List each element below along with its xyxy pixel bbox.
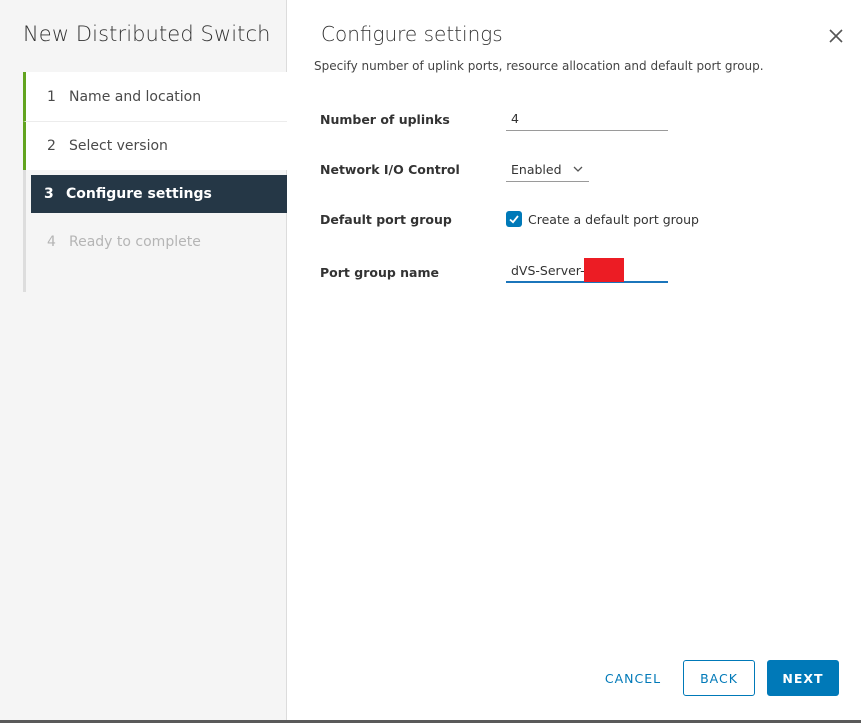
- uplinks-label: Number of uplinks: [320, 112, 450, 127]
- wizard-steps: 1 Name and location 2 Select version 3 C…: [23, 72, 287, 292]
- step-number: 1: [47, 88, 56, 105]
- default-pg-checkbox-label: Create a default port group: [528, 211, 699, 227]
- step-label: Configure settings: [66, 186, 212, 202]
- checkmark-icon: [509, 215, 519, 224]
- step-select-version[interactable]: 2 Select version: [23, 121, 287, 170]
- default-pg-checkbox[interactable]: [506, 211, 522, 227]
- page-title: Configure settings: [321, 22, 503, 46]
- wizard-title: New Distributed Switch: [23, 22, 271, 46]
- uplinks-input[interactable]: [506, 107, 668, 131]
- back-button[interactable]: BACK: [683, 660, 755, 696]
- wizard-dialog: New Distributed Switch 1 Name and locati…: [0, 0, 861, 723]
- step-configure-settings[interactable]: 3 Configure settings: [31, 175, 287, 213]
- close-icon: [829, 29, 843, 43]
- step-ready-to-complete: 4 Ready to complete: [26, 217, 287, 266]
- step-number: 4: [47, 233, 56, 250]
- default-pg-checkbox-row[interactable]: Create a default port group: [506, 211, 699, 227]
- nioc-label: Network I/O Control: [320, 162, 460, 177]
- step-label: Name and location: [69, 88, 202, 105]
- wizard-sidebar: New Distributed Switch 1 Name and locati…: [0, 0, 287, 720]
- cancel-button[interactable]: CANCEL: [593, 660, 673, 696]
- wizard-content: Configure settings Specify number of upl…: [287, 0, 861, 720]
- step-label: Select version: [69, 138, 168, 154]
- redaction-block: [584, 258, 624, 282]
- pg-name-label: Port group name: [320, 265, 439, 280]
- step-number: 3: [44, 186, 54, 202]
- nioc-selected-value: Enabled: [511, 162, 562, 177]
- default-pg-label: Default port group: [320, 212, 452, 227]
- chevron-down-icon: [573, 166, 583, 172]
- step-label: Ready to complete: [69, 233, 201, 250]
- step-name-and-location[interactable]: 1 Name and location: [23, 72, 287, 121]
- close-button[interactable]: [827, 27, 845, 45]
- steps-spacer: [26, 266, 287, 292]
- step-number: 2: [47, 138, 56, 154]
- nioc-select[interactable]: Enabled: [506, 158, 589, 182]
- next-button[interactable]: NEXT: [767, 660, 839, 696]
- page-subtitle: Specify number of uplink ports, resource…: [314, 59, 764, 73]
